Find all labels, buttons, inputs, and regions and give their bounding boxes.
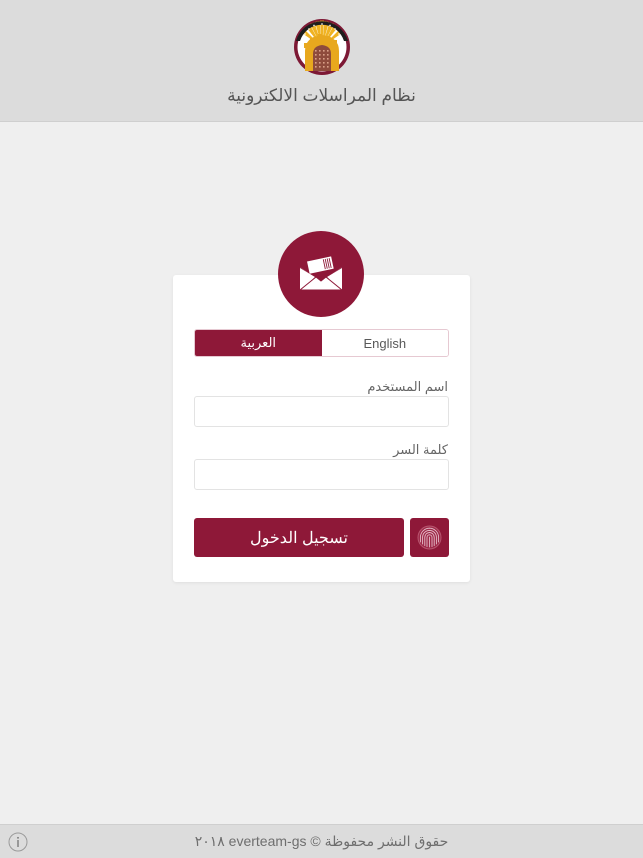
copyright-text: حقوق النشر محفوظة © everteam-gs ٢٠١٨: [194, 833, 449, 849]
envelope-badge: [278, 231, 364, 317]
username-input[interactable]: [194, 396, 449, 427]
app-header: نظام المراسلات الالكترونية: [0, 0, 643, 122]
info-button[interactable]: [8, 832, 28, 852]
login-actions-row: تسجيل الدخول: [194, 518, 449, 557]
language-toggle[interactable]: English العربية: [194, 329, 449, 357]
language-option-english[interactable]: English: [321, 330, 448, 356]
username-label: اسم المستخدم: [367, 379, 448, 394]
login-submit-button[interactable]: تسجيل الدخول: [194, 518, 404, 557]
password-input[interactable]: [194, 459, 449, 490]
logo-svg: [293, 19, 350, 75]
login-stage: English العربية اسم المستخدم كلمة السر ت…: [0, 122, 643, 824]
page-title: نظام المراسلات الالكترونية: [227, 86, 416, 105]
info-icon: [8, 832, 28, 851]
fingerprint-icon: [417, 525, 442, 550]
fingerprint-login-button[interactable]: [410, 518, 449, 557]
password-label: كلمة السر: [393, 442, 448, 457]
login-card: English العربية اسم المستخدم كلمة السر ت…: [173, 275, 470, 582]
language-option-arabic[interactable]: العربية: [195, 330, 322, 356]
ministry-gate-emblem-logo: [288, 7, 356, 79]
app-footer: حقوق النشر محفوظة © everteam-gs ٢٠١٨: [0, 824, 643, 858]
envelope-icon: [298, 256, 344, 291]
